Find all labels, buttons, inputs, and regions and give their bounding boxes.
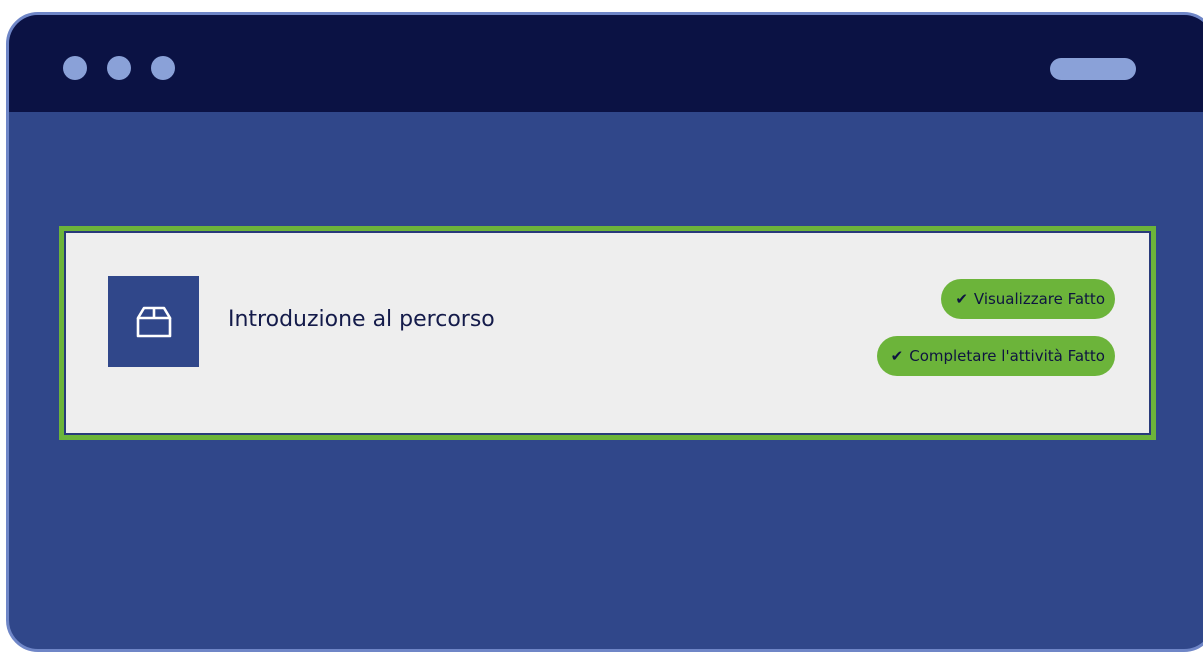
activity-card-body: Introduzione al percorso ✔ Visualizzare …: [66, 233, 1149, 433]
activity-title[interactable]: Introduzione al percorso: [228, 307, 495, 332]
window-dot-icon[interactable]: [151, 56, 175, 80]
activity-card[interactable]: Introduzione al percorso ✔ Visualizzare …: [59, 226, 1156, 440]
window-pill-icon[interactable]: [1050, 58, 1136, 80]
check-icon: ✔: [955, 290, 968, 308]
status-badge-completed: ✔ Completare l'attività Fatto: [876, 336, 1115, 376]
box-icon: [108, 276, 199, 367]
window-dot-icon[interactable]: [107, 56, 131, 80]
window-dot-icon[interactable]: [63, 56, 87, 80]
check-icon: ✔: [890, 347, 904, 365]
status-label: Visualizzare Fatto: [973, 290, 1105, 308]
window-titlebar: [9, 15, 1203, 112]
status-label: Completare l'attività Fatto: [909, 347, 1105, 365]
status-badge-viewed: ✔ Visualizzare Fatto: [941, 279, 1115, 319]
